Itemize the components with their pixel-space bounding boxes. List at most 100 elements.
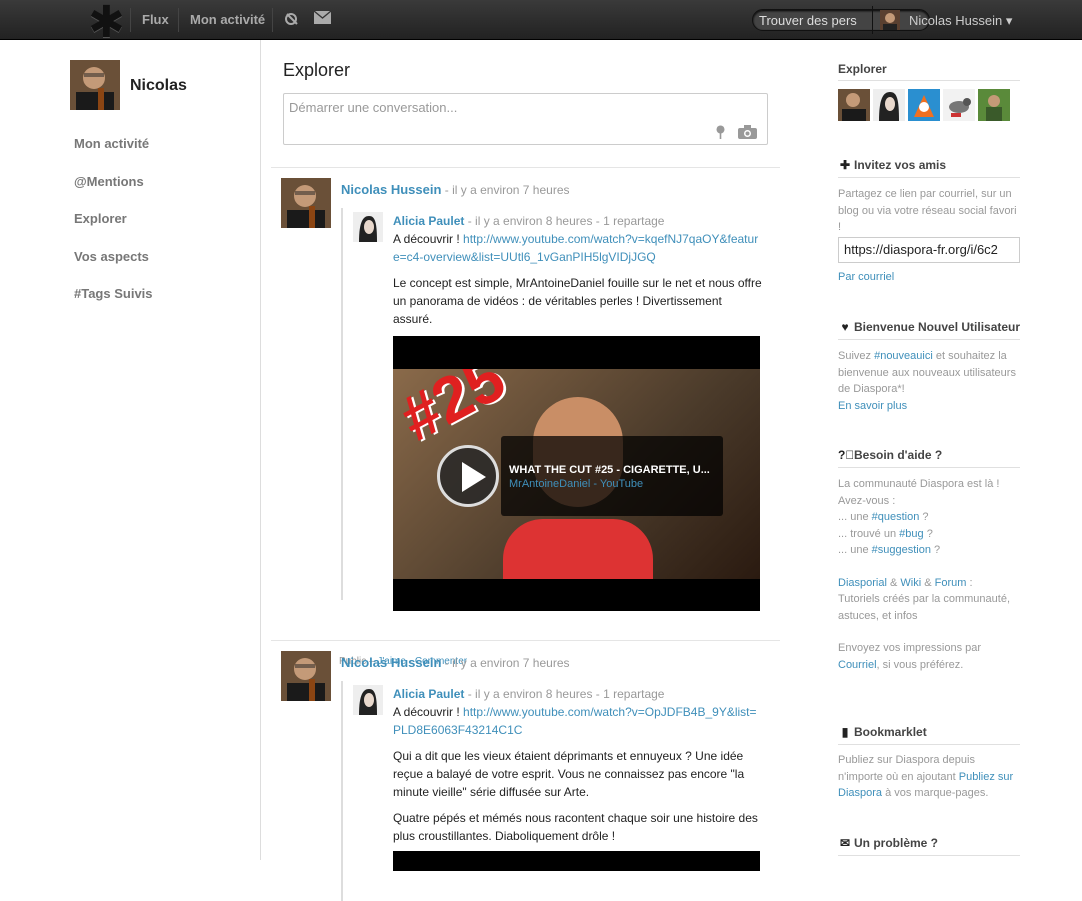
help-feedback-row: Courriel, si vous préférez. [838,657,1020,674]
heart-icon: ♥ [841,320,849,334]
help-title-text: Besoin d'aide ? [854,448,943,462]
envelope-icon: ✉ [839,836,851,850]
page-title: Explorer [283,60,351,80]
play-button[interactable] [437,445,499,507]
post-intro: A découvrir ! [393,232,464,246]
bookmarklet-text-end: à vos marque-pages. [882,787,989,799]
nav-flux[interactable]: Flux [142,12,169,27]
help-line: ... une #suggestion ? [838,544,941,556]
member-thumbnail[interactable] [943,89,975,121]
user-name: Nicolas Hussein ▾ [909,13,1013,28]
member-thumbnail[interactable] [908,89,940,121]
bookmarklet-text: Publiez sur Diaspora depuis n'importe où… [838,752,1020,802]
video-channel-name[interactable]: MrAntoineDaniel [509,478,590,490]
left-nav-my-activity[interactable]: Mon activité [74,136,153,174]
left-nav-followed-tags[interactable]: #Tags Suivis [74,286,153,324]
invite-email-row: Par courriel [838,269,1020,286]
left-nav: Mon activité @Mentions Explorer Vos aspe… [74,136,153,324]
column-divider [260,40,261,860]
reshare-author[interactable]: Alicia Paulet [393,214,464,228]
help-tutorials: Tutoriels créés par la communauté, astuc… [838,593,1010,622]
left-nav-aspects[interactable]: Vos aspects [74,249,153,287]
section-divider [838,339,1020,340]
forum-link[interactable]: Forum [935,577,967,589]
feedback-email-link[interactable]: Courriel [838,659,877,671]
top-bar: ✱ Flux Mon activité Trouver des pers Nic… [0,0,1082,45]
post-intro: A découvrir ! [393,705,464,719]
problem-section-title: ✉ Un problème ? [838,836,938,850]
diasporial-link[interactable]: Diasporial [838,577,887,589]
invite-link-field[interactable]: https://diaspora-fr.org/i/6c2 [838,237,1020,263]
profile-name[interactable]: Nicolas [130,77,187,95]
post-author-name[interactable]: Nicolas Hussein [341,655,441,670]
question-tag-link[interactable]: #question [872,511,920,523]
video-badge: #25 [393,369,517,455]
section-divider [838,80,1020,81]
invite-email-link[interactable]: Par courriel [838,271,894,283]
member-thumbnail[interactable] [873,89,905,121]
help-feedback-end: , si vous préférez. [876,658,964,671]
profile-avatar[interactable] [70,60,120,110]
help-line: ... trouvé un #bug ? [838,527,933,540]
reshare-meta: - il y a environ 8 heures - 1 repartage [464,687,665,701]
welcome-tag-link[interactable]: #nouveauici [874,350,933,362]
member-thumbnail[interactable] [978,89,1010,121]
problem-title-text: Un problème ? [854,836,939,850]
help-line: ... une #question ? [838,511,929,523]
invite-section-title: ✚ Invitez vos amis [838,158,946,172]
bug-tag-link[interactable]: #bug [899,528,923,540]
welcome-text: Suivez #nouveauici et souhaitez la bienv… [838,348,1020,414]
left-nav-mentions[interactable]: @Mentions [74,174,153,212]
play-icon [462,462,486,492]
publisher-placeholder: Démarrer une conversation... [289,100,458,115]
video-shirt-shape [503,519,653,579]
explorer-section-title: Explorer [838,62,887,76]
publisher-box[interactable]: Démarrer une conversation... [283,93,768,145]
reshare-author-avatar[interactable] [353,212,383,242]
reshare-author-avatar[interactable] [353,685,383,715]
help-feedback: Envoyez vos impressions par [838,642,982,654]
camera-icon[interactable] [738,125,757,142]
reshare-block: Alicia Paulet - il y a environ 8 heures … [341,208,762,611]
left-nav-explorer[interactable]: Explorer [74,211,153,249]
video-embed[interactable]: #25 WHAT THE CUT #25 - CIGARETTE, U... M… [393,336,760,611]
section-divider [838,467,1020,468]
diaspora-logo[interactable]: ✱ [88,1,125,45]
reshare-body: Alicia Paulet - il y a environ 8 heures … [393,685,763,871]
post-author-name[interactable]: Nicolas Hussein [341,182,441,197]
post-author[interactable]: Nicolas Hussein - il y a environ 7 heure… [341,655,570,670]
wiki-link[interactable]: Wiki [900,577,921,589]
help-resources: Diasporial & Wiki & Forum : [838,576,973,589]
post-paragraph: Quatre pépés et mémés nous racontent cha… [393,811,758,843]
help-links-suffix: : [966,576,973,589]
user-menu[interactable]: Nicolas Hussein ▾ [872,6,1024,34]
video-embed[interactable] [393,851,760,871]
post-author[interactable]: Nicolas Hussein - il y a environ 7 heure… [341,182,570,197]
bookmarklet-text-start: Publiez sur Diaspora depuis n'importe où… [838,754,975,783]
nav-separator [178,8,179,32]
suggestion-tag-link[interactable]: #suggestion [872,544,931,556]
post-time: - il y a environ 7 heures [441,656,570,670]
help-text: La communauté Diaspora est là ! Avez-vou… [838,476,1020,673]
reshare-meta: - il y a environ 8 heures - 1 repartage [464,214,665,228]
post-author-avatar[interactable] [281,178,331,228]
reshare-author[interactable]: Alicia Paulet [393,687,464,701]
help-icon: ?⃝ [838,448,855,462]
nav-separator [130,8,131,32]
notifications-icon[interactable] [284,11,300,31]
help-prefix: ... trouvé un [838,527,900,540]
nav-separator [272,8,273,32]
learn-more-link[interactable]: En savoir plus [838,400,907,412]
nav-my-activity[interactable]: Mon activité [190,12,265,27]
mail-icon[interactable] [313,10,332,28]
location-pin-icon[interactable] [716,125,725,142]
member-thumbnail[interactable] [838,89,870,121]
video-source[interactable]: YouTube [600,478,643,490]
section-divider [838,744,1020,745]
help-section-title: ?⃝Besoin d'aide ? [838,448,942,462]
bookmarklet-section-title: ▮ Bookmarklet [838,725,927,739]
post-author-avatar[interactable] [281,651,331,701]
reshare-body: Alicia Paulet - il y a environ 8 heures … [393,212,763,611]
